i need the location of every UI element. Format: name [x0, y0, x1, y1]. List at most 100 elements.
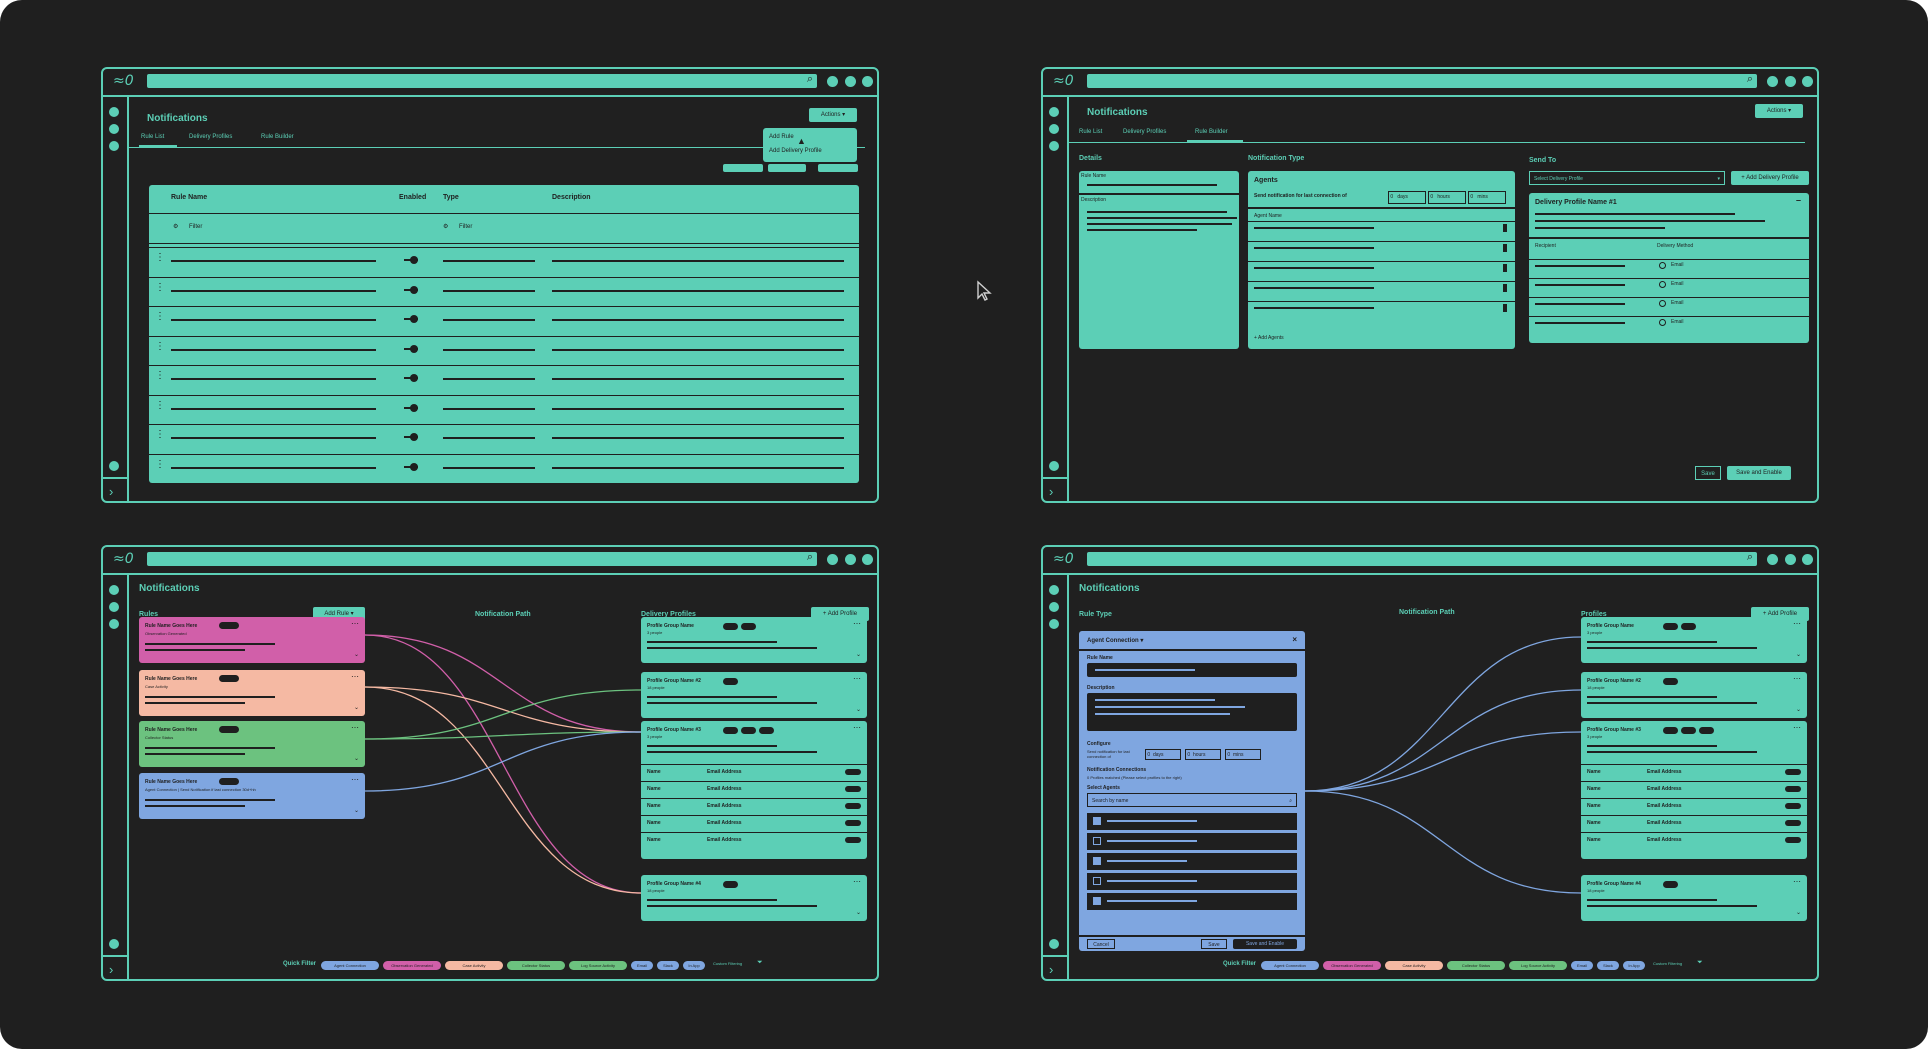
agent-search-input[interactable]: Search by name ⌕ [1087, 793, 1297, 807]
more-icon[interactable]: ⋯ [853, 674, 861, 683]
more-icon[interactable]: ⋯ [1793, 619, 1801, 628]
quick-filter-chip[interactable]: Agent Connection [1261, 961, 1319, 970]
rule-name-input[interactable] [1087, 184, 1217, 186]
quick-filter-chip[interactable]: Slack [657, 961, 679, 970]
agent-row[interactable] [1087, 873, 1297, 890]
search-icon[interactable]: ⌕ [807, 73, 813, 86]
more-icon[interactable]: ⋯ [1793, 674, 1801, 683]
enabled-toggle[interactable] [404, 403, 418, 412]
radio-icon[interactable] [1659, 319, 1666, 326]
table-row[interactable]: ⋮ [149, 306, 859, 333]
agent-row[interactable] [1087, 813, 1297, 830]
checkbox[interactable] [1093, 897, 1101, 905]
agent-row[interactable] [1087, 833, 1297, 850]
description-input[interactable] [1087, 693, 1297, 731]
radio-icon[interactable] [1659, 281, 1666, 288]
expand-icon[interactable]: › [109, 484, 113, 499]
tab-delivery-profiles[interactable]: Delivery Profiles [1123, 129, 1166, 135]
radio-icon[interactable] [1659, 262, 1666, 269]
nav-icon[interactable] [1049, 124, 1059, 134]
trash-icon[interactable] [1503, 304, 1507, 312]
drag-handle-icon[interactable]: ⋮ [155, 400, 165, 411]
enabled-toggle[interactable] [404, 344, 418, 353]
drag-handle-icon[interactable]: ⋮ [155, 312, 165, 322]
more-icon[interactable]: ⋯ [351, 619, 359, 628]
quick-filter-chip[interactable] [723, 164, 763, 172]
table-row[interactable]: ⋮ [149, 394, 859, 422]
profile-card[interactable]: Profile Group Name 3 people ⋯ ⌄ [641, 617, 867, 663]
drag-handle-icon[interactable]: ⋮ [155, 282, 165, 293]
table-row[interactable]: ⋮ [149, 365, 859, 392]
table-row[interactable]: ⋮ [149, 453, 859, 481]
radio-icon[interactable] [1659, 300, 1666, 307]
mins-input[interactable]: 0 mins [1468, 191, 1506, 204]
expand-icon[interactable]: › [1049, 484, 1053, 499]
nav-icon[interactable] [1049, 141, 1059, 151]
mins-input[interactable]: 0 mins [1225, 749, 1261, 760]
tab-rule-builder[interactable]: Rule Builder [1195, 129, 1228, 135]
profile-card[interactable]: Profile Group Name #4 18 people ⋯ ⌄ [641, 875, 867, 921]
chevron-down-icon[interactable]: ⌄ [354, 704, 359, 711]
profile-card[interactable]: Profile Group Name #2 18 people ⋯ ⌄ [1581, 672, 1807, 718]
more-icon[interactable]: ⋯ [351, 672, 359, 681]
enabled-toggle[interactable] [404, 374, 418, 382]
hours-input[interactable]: 0 hours [1185, 749, 1221, 760]
quick-filter-chip[interactable]: In App [1623, 961, 1645, 970]
quick-filter-chip[interactable]: Case Activity [445, 961, 503, 970]
agent-row[interactable] [1087, 853, 1297, 870]
more-icon[interactable]: ⋯ [853, 619, 861, 628]
quick-filter-chip[interactable]: Email [631, 961, 653, 970]
profile-card[interactable]: Profile Group Name #3 3 people ⋯ Name Email … [641, 721, 867, 859]
quick-filter-chip[interactable]: Log Source Activity [569, 961, 627, 970]
address-bar[interactable]: ⌕ [1087, 73, 1757, 88]
filter-icon[interactable]: ⏷ [1697, 959, 1703, 967]
save-button[interactable]: Save [1201, 939, 1227, 949]
hours-input[interactable]: 0 hours [1428, 191, 1466, 204]
custom-filtering-link[interactable]: Custom Filtering [1653, 961, 1682, 966]
more-icon[interactable]: ⋯ [853, 723, 861, 732]
enabled-toggle[interactable] [404, 256, 418, 264]
window-control-icon[interactable] [827, 76, 838, 87]
chevron-down-icon[interactable]: ⌄ [1796, 909, 1801, 916]
table-row[interactable]: ⋮ [149, 276, 859, 304]
more-icon[interactable]: ⋯ [1793, 723, 1801, 732]
tab-rule-list[interactable]: Rule List [141, 134, 164, 140]
menu-item-add-delivery-profile[interactable]: Add Delivery Profile [769, 148, 822, 154]
trash-icon[interactable] [1503, 244, 1507, 252]
tab-rule-list[interactable]: Rule List [1079, 129, 1102, 135]
chevron-down-icon[interactable]: ⌄ [354, 651, 359, 658]
trash-icon[interactable] [1503, 264, 1507, 272]
close-icon[interactable]: × [1292, 635, 1297, 644]
column-description[interactable]: Description [552, 194, 591, 201]
nav-icon[interactable] [109, 141, 119, 151]
window-control-icon[interactable] [1785, 76, 1796, 87]
chevron-down-icon[interactable]: ⌄ [856, 651, 861, 658]
enabled-toggle[interactable] [404, 462, 418, 471]
menu-item-add-rule[interactable]: Add Rule [769, 134, 794, 140]
profile-card[interactable]: Profile Group Name #4 18 people ⋯ ⌄ [1581, 875, 1807, 921]
table-row[interactable]: ⋮ [149, 247, 859, 274]
nav-icon[interactable] [109, 107, 119, 117]
chevron-down-icon[interactable]: ⌄ [1796, 706, 1801, 713]
filter-icon[interactable]: ⏷ [757, 959, 763, 967]
filter-chip[interactable] [818, 164, 858, 172]
tab-rule-builder[interactable]: Rule Builder [261, 134, 294, 140]
rule-card[interactable]: Rule Name Goes Here Case Activity ⋯ ⌄ [139, 670, 365, 716]
agent-row[interactable] [1087, 893, 1297, 910]
trash-icon[interactable] [1503, 224, 1507, 232]
filter-icon[interactable]: ⚙ [443, 223, 448, 230]
custom-filtering-link[interactable]: Custom Filtering [713, 961, 742, 966]
chevron-down-icon[interactable]: ⌄ [354, 755, 359, 762]
filter-chip[interactable] [768, 164, 806, 172]
quick-filter-chip[interactable]: Observation Generated [1323, 961, 1381, 970]
rule-type-select[interactable]: Agent Connection ▾ [1087, 637, 1143, 644]
quick-filter-chip[interactable]: Collector Status [1447, 961, 1505, 970]
trash-icon[interactable] [1503, 284, 1507, 292]
table-row[interactable]: ⋮ [149, 424, 859, 451]
actions-button[interactable]: Actions ▾ [1755, 104, 1803, 118]
more-icon[interactable]: ⋯ [853, 877, 861, 886]
drag-handle-icon[interactable]: ⋮ [155, 430, 165, 440]
quick-filter-chip[interactable]: Observation Generated [383, 961, 441, 970]
profile-card[interactable]: Profile Group Name 3 people ⋯ ⌄ [1581, 617, 1807, 663]
quick-filter-chip[interactable]: Agent Connection [321, 961, 379, 970]
